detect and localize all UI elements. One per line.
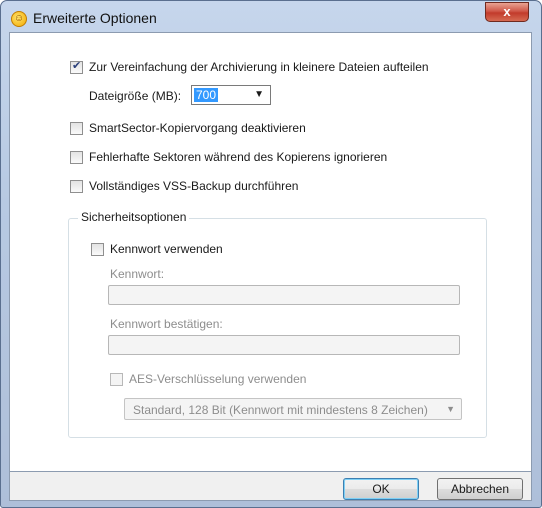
chevron-down-icon[interactable]: ▼ xyxy=(254,89,264,100)
ignore-bad-sectors-checkbox[interactable] xyxy=(70,151,83,164)
cancel-button[interactable]: Abbrechen xyxy=(437,478,523,500)
vss-backup-checkbox[interactable] xyxy=(70,180,83,193)
password-field[interactable] xyxy=(108,285,460,305)
filesize-dropdown[interactable]: 700 ▼ xyxy=(191,85,271,105)
aes-encryption-checkbox[interactable] xyxy=(110,373,123,386)
password-label: Kennwort: xyxy=(110,267,165,281)
use-password-checkbox[interactable] xyxy=(91,243,104,256)
app-logo-icon: ☺ xyxy=(11,11,27,27)
confirm-password-label: Kennwort bestätigen: xyxy=(110,317,223,331)
smartsector-checkbox[interactable] xyxy=(70,122,83,135)
encryption-strength-dropdown[interactable]: Standard, 128 Bit (Kennwort mit mindeste… xyxy=(124,398,462,420)
aes-encryption-label[interactable]: AES-Verschlüsselung verwenden xyxy=(129,372,306,386)
encryption-strength-value: Standard, 128 Bit (Kennwort mit mindeste… xyxy=(133,403,428,417)
split-files-checkbox[interactable] xyxy=(70,59,83,74)
use-password-label[interactable]: Kennwort verwenden xyxy=(110,242,223,256)
filesize-value: 700 xyxy=(194,88,219,102)
chevron-down-icon[interactable]: ▼ xyxy=(446,404,455,414)
confirm-password-field[interactable] xyxy=(108,335,460,355)
window-title: Erweiterte Optionen xyxy=(33,10,157,26)
split-files-label[interactable]: Zur Vereinfachung der Archivierung in kl… xyxy=(89,60,429,74)
close-button[interactable]: x xyxy=(485,2,529,22)
ignore-bad-sectors-label[interactable]: Fehlerhafte Sektoren während des Kopiere… xyxy=(89,150,387,164)
filesize-label: Dateigröße (MB): xyxy=(89,89,182,103)
smartsector-label[interactable]: SmartSector-Kopiervorgang deaktivieren xyxy=(89,121,306,135)
ok-button[interactable]: OK xyxy=(343,478,419,500)
vss-backup-label[interactable]: Vollständiges VSS-Backup durchführen xyxy=(89,179,298,193)
security-group-title: Sicherheitsoptionen xyxy=(78,210,190,224)
